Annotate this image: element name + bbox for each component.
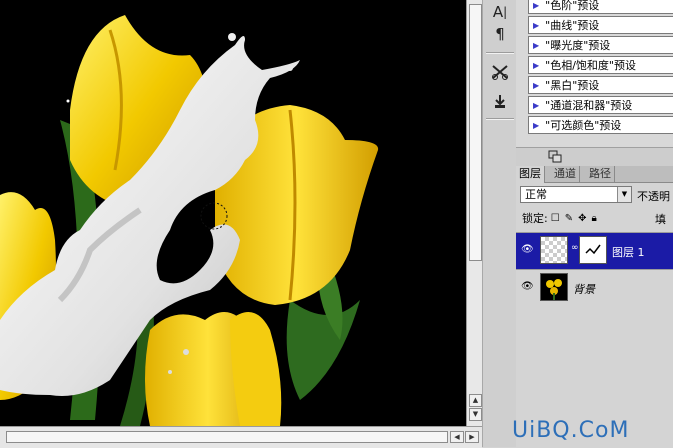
clone-source-icon[interactable] [487,90,513,114]
expand-triangle-icon[interactable]: ▶ [533,61,539,70]
expand-triangle-icon[interactable]: ▶ [533,1,539,10]
layers-panel-tabs: 图层 通道 路径 [516,166,673,183]
lock-transparent-icon[interactable]: ☐ [551,213,560,224]
panel-tool-strip: A | ¶ [482,0,517,447]
preset-item-channel-mixer[interactable]: ▶ "通道混和器"预设 [528,96,673,114]
tool-divider [486,52,514,54]
layer-name: 图层 1 [612,246,645,259]
scroll-up-icon[interactable]: ▲ [469,394,482,407]
tab-paths[interactable]: 路径 [586,166,615,182]
preset-item-selective-color[interactable]: ▶ "可选颜色"预设 [528,116,673,134]
adjustment-return-icon[interactable] [548,150,562,163]
presets-footer [516,147,673,167]
expand-triangle-icon[interactable]: ▶ [533,41,539,50]
lock-row: 锁定: ☐ ✎ ✥ 🔒︎ [522,211,602,225]
paragraph-icon[interactable]: ¶ [487,22,513,46]
layer-thumbnail [540,273,568,301]
link-chain-icon[interactable]: ∞ [571,243,579,253]
document-canvas[interactable] [0,0,466,426]
watermark-logo: UiBQ.CoM [512,418,630,443]
layer-mask-thumbnail[interactable] [579,236,607,264]
vertical-scroll-thumb[interactable] [469,4,482,261]
eye-visibility-icon[interactable]: 👁︎ [521,281,534,293]
expand-triangle-icon[interactable]: ▶ [533,81,539,90]
scroll-down-icon[interactable]: ▼ [469,408,482,421]
preset-item-exposure[interactable]: ▶ "曝光度"预设 [528,36,673,54]
lock-label: 锁定: [522,212,548,225]
expand-triangle-icon[interactable]: ▶ [533,101,539,110]
blend-mode-select[interactable]: 正常 ▼ [520,186,632,203]
tools-preset-icon[interactable] [487,60,513,84]
tulip-milk-image [0,0,466,426]
vertical-scrollbar[interactable]: ▲ ▼ [466,0,483,426]
preset-item-curves[interactable]: ▶ "曲线"预设 [528,16,673,34]
preset-item-hue-saturation[interactable]: ▶ "色相/饱和度"预设 [528,56,673,74]
layers-panel: 图层 通道 路径 正常 ▼ 不透明 锁定: ☐ ✎ ✥ 🔒︎ 填 👁︎ ∞ 图层… [516,166,673,447]
character-icon[interactable]: A | [487,0,513,24]
expand-triangle-icon[interactable]: ▶ [533,121,539,130]
layer-thumbnail [540,236,568,264]
expand-triangle-icon[interactable]: ▶ [533,21,539,30]
scroll-left-icon[interactable]: ◀ [450,431,464,443]
opacity-label: 不透明 [637,190,670,203]
tool-divider [486,118,514,120]
scroll-right-icon[interactable]: ▶ [465,431,479,443]
layer-row-background[interactable]: 👁︎ 背景 [516,269,673,306]
lock-all-padlock-icon[interactable]: 🔒︎ [591,213,596,224]
tab-channels[interactable]: 通道 [551,166,580,182]
lock-position-move-icon[interactable]: ✥ [578,213,586,224]
layer-row-layer1[interactable]: 👁︎ ∞ 图层 1 [516,232,673,269]
preset-item-black-white[interactable]: ▶ "黑白"预设 [528,76,673,94]
eye-visibility-icon[interactable]: 👁︎ [521,244,534,256]
adjustments-presets-panel: ▶ "色阶"预设 ▶ "曲线"预设 ▶ "曝光度"预设 ▶ "色相/饱和度"预设… [516,0,673,147]
lock-image-brush-icon[interactable]: ✎ [565,213,573,224]
chevron-down-icon[interactable]: ▼ [617,187,631,202]
preset-item-levels[interactable]: ▶ "色阶"预设 [528,0,673,14]
layer-name: 背景 [573,283,595,296]
fill-label: 填 [655,213,666,226]
tab-layers[interactable]: 图层 [516,166,545,183]
horizontal-scrollbar[interactable]: ◀ ▶ [0,426,482,448]
horizontal-scroll-thumb[interactable] [6,431,448,443]
